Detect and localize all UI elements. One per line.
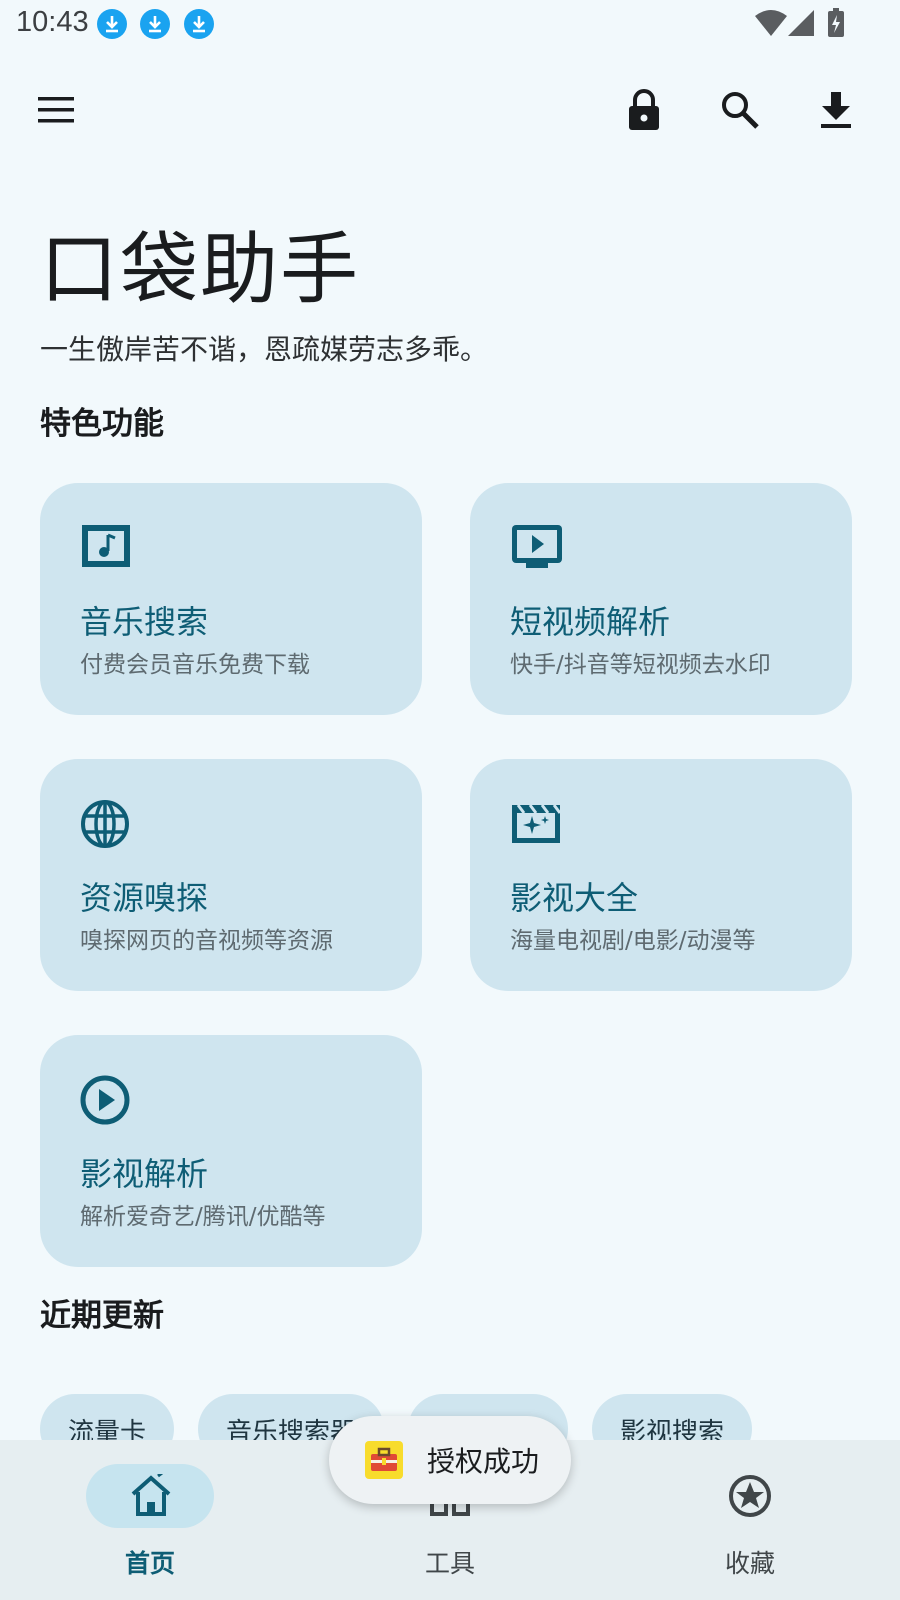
lock-icon[interactable] (614, 80, 674, 140)
download-icon (97, 9, 127, 39)
card-description: 付费会员音乐免费下载 (80, 652, 310, 678)
wifi-icon (754, 8, 788, 42)
features-section-title: 特色功能 (40, 406, 164, 442)
page-subtitle: 一生傲岸苦不谐，恩疏媒劳志多乖。 (40, 333, 489, 366)
music-note-icon (80, 523, 136, 579)
nav-item-home[interactable]: 首页 (125, 1544, 175, 1580)
card-description: 解析爱奇艺/腾讯/优酷等 (80, 1204, 326, 1230)
menu-icon[interactable] (26, 80, 86, 140)
tv-play-icon (510, 523, 566, 579)
download-icon (184, 9, 214, 39)
movie-clapper-icon (510, 799, 566, 855)
card-title: 短视频解析 (510, 603, 671, 641)
battery-charging-icon (826, 8, 846, 42)
play-circle-icon (80, 1075, 136, 1131)
feature-card-resource-sniff[interactable]: 资源嗅探 嗅探网页的音视频等资源 (40, 759, 422, 991)
page-title: 口袋助手 (40, 225, 361, 315)
card-description: 快手/抖音等短视频去水印 (510, 652, 771, 678)
toolbox-icon (365, 1441, 403, 1479)
feature-card-video-parse[interactable]: 影视解析 解析爱奇艺/腾讯/优酷等 (40, 1035, 422, 1267)
home-icon[interactable] (128, 1471, 174, 1522)
nav-item-favorites[interactable]: 收藏 (725, 1544, 775, 1580)
signal-icon (786, 8, 816, 42)
globe-icon (80, 799, 136, 855)
card-title: 影视大全 (510, 879, 639, 917)
download-icon[interactable] (806, 80, 866, 140)
feature-card-movies[interactable]: 影视大全 海量电视剧/电影/动漫等 (470, 759, 852, 991)
feature-card-short-video[interactable]: 短视频解析 快手/抖音等短视频去水印 (470, 483, 852, 715)
card-description: 嗅探网页的音视频等资源 (80, 928, 333, 954)
recent-section-title: 近期更新 (40, 1298, 164, 1334)
toast-text: 授权成功 (427, 1445, 540, 1478)
star-circle-icon[interactable] (728, 1474, 772, 1522)
search-icon[interactable] (710, 80, 770, 140)
download-icon (140, 9, 170, 39)
card-description: 海量电视剧/电影/动漫等 (510, 928, 756, 954)
nav-item-tools[interactable]: 工具 (425, 1544, 475, 1580)
toast-message: 授权成功 (329, 1416, 571, 1504)
status-time: 10:43 (16, 6, 89, 38)
card-title: 音乐搜索 (80, 603, 209, 641)
card-title: 资源嗅探 (80, 879, 209, 917)
feature-card-music-search[interactable]: 音乐搜索 付费会员音乐免费下载 (40, 483, 422, 715)
card-title: 影视解析 (80, 1155, 209, 1193)
